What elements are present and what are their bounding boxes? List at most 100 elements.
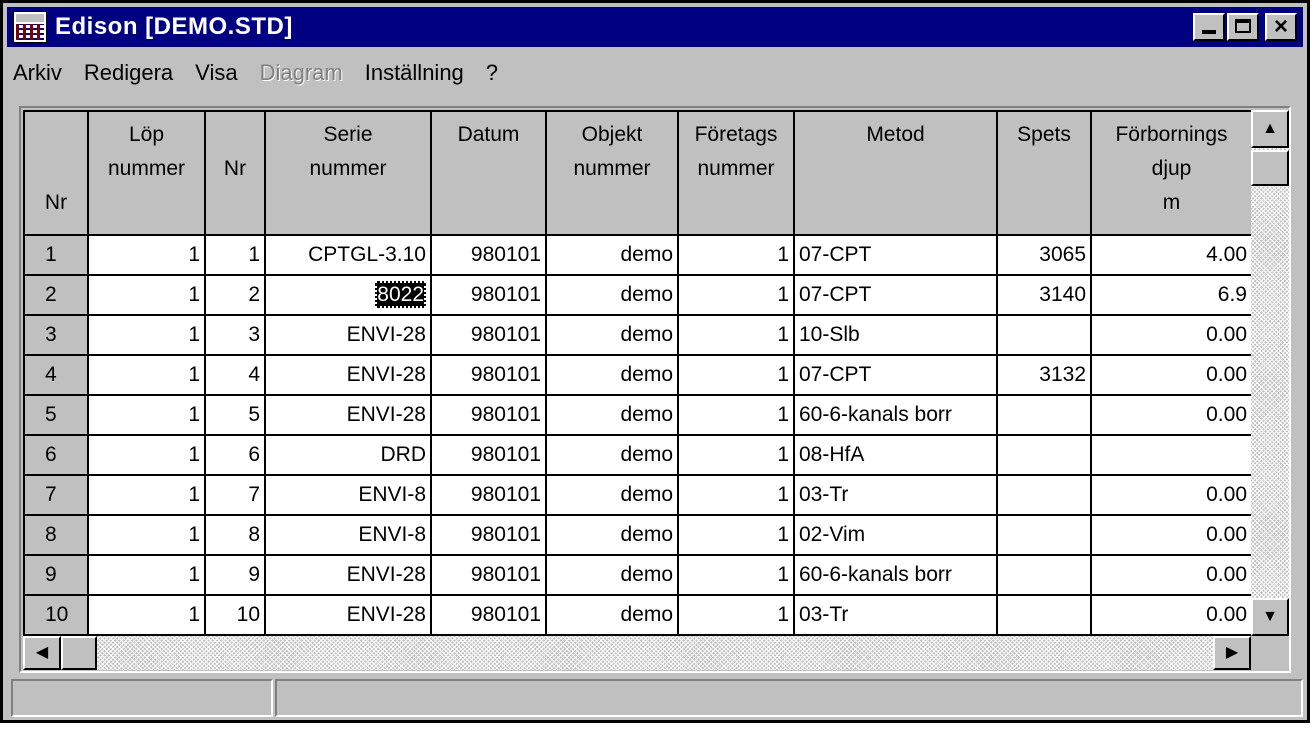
- table-cell[interactable]: 0.00: [1090, 554, 1251, 596]
- table-cell[interactable]: ENVI-28: [264, 594, 432, 636]
- title-bar[interactable]: Edison [DEMO.STD] ×: [7, 7, 1303, 47]
- table-cell[interactable]: 1: [87, 314, 206, 356]
- table-cell[interactable]: demo: [545, 554, 679, 596]
- column-header-7[interactable]: Metod: [793, 110, 998, 236]
- scroll-right-button[interactable]: ▶: [1213, 636, 1251, 670]
- column-header-8[interactable]: Spets: [996, 110, 1092, 236]
- table-cell[interactable]: DRD: [264, 434, 432, 476]
- horizontal-scrollbar[interactable]: ◀ ▶: [23, 636, 1251, 670]
- table-cell[interactable]: 3: [204, 314, 266, 356]
- table-cell[interactable]: 03-Tr: [793, 474, 998, 516]
- table-cell[interactable]: 7: [204, 474, 266, 516]
- table-cell[interactable]: 1: [677, 314, 795, 356]
- table-cell[interactable]: demo: [545, 234, 679, 276]
- app-icon[interactable]: [13, 11, 47, 43]
- menu-diagram[interactable]: Diagram: [260, 60, 343, 86]
- scroll-up-button[interactable]: ▲: [1251, 110, 1289, 148]
- table-cell[interactable]: 0.00: [1090, 594, 1251, 636]
- table-cell[interactable]: 10: [204, 594, 266, 636]
- menu-arkiv[interactable]: Arkiv: [13, 60, 62, 86]
- table-cell[interactable]: 3132: [996, 354, 1092, 396]
- table-cell[interactable]: [996, 394, 1092, 436]
- table-cell[interactable]: 2: [204, 274, 266, 316]
- maximize-button[interactable]: [1227, 13, 1259, 41]
- table-cell[interactable]: 1: [204, 234, 266, 276]
- menu-inst-llning[interactable]: Inställning: [365, 60, 464, 86]
- menu-redigera[interactable]: Redigera: [84, 60, 173, 86]
- table-cell[interactable]: ENVI-8: [264, 474, 432, 516]
- close-button[interactable]: ×: [1265, 13, 1297, 41]
- table-cell[interactable]: 5: [204, 394, 266, 436]
- table-cell[interactable]: 1: [87, 394, 206, 436]
- table-cell[interactable]: 980101: [430, 514, 547, 556]
- table-cell[interactable]: [1090, 434, 1251, 476]
- column-header-6[interactable]: Företags nummer: [677, 110, 795, 236]
- row-header[interactable]: 8: [23, 514, 89, 556]
- row-header[interactable]: 9: [23, 554, 89, 596]
- table-cell[interactable]: 980101: [430, 234, 547, 276]
- table-cell[interactable]: 6: [204, 434, 266, 476]
- column-header-5[interactable]: Objekt nummer: [545, 110, 679, 236]
- table-cell[interactable]: 980101: [430, 274, 547, 316]
- table-cell[interactable]: 07-CPT: [793, 234, 998, 276]
- table-cell[interactable]: 1: [677, 434, 795, 476]
- table-cell[interactable]: ENVI-28: [264, 554, 432, 596]
- table-cell[interactable]: demo: [545, 274, 679, 316]
- table-cell[interactable]: [996, 314, 1092, 356]
- table-cell[interactable]: 980101: [430, 434, 547, 476]
- column-header-3[interactable]: Serie nummer: [264, 110, 432, 236]
- table-cell[interactable]: [996, 434, 1092, 476]
- table-cell[interactable]: demo: [545, 434, 679, 476]
- column-header-2[interactable]: Nr: [204, 110, 266, 236]
- table-cell[interactable]: 1: [87, 354, 206, 396]
- table-cell[interactable]: [996, 474, 1092, 516]
- table-cell[interactable]: CPTGL-3.10: [264, 234, 432, 276]
- table-cell[interactable]: [996, 554, 1092, 596]
- table-cell[interactable]: 1: [677, 594, 795, 636]
- table-cell[interactable]: 980101: [430, 474, 547, 516]
- table-cell[interactable]: demo: [545, 514, 679, 556]
- table-cell[interactable]: 0.00: [1090, 354, 1251, 396]
- table-cell[interactable]: 3140: [996, 274, 1092, 316]
- table-cell[interactable]: demo: [545, 354, 679, 396]
- table-cell[interactable]: 60-6-kanals borr: [793, 394, 998, 436]
- scroll-down-button[interactable]: ▼: [1251, 598, 1289, 636]
- table-cell[interactable]: 1: [87, 514, 206, 556]
- menu-help[interactable]: ?: [486, 60, 498, 86]
- column-header-0[interactable]: Nr: [23, 110, 89, 236]
- table-cell[interactable]: 1: [677, 354, 795, 396]
- row-header[interactable]: 7: [23, 474, 89, 516]
- table-cell[interactable]: 07-CPT: [793, 354, 998, 396]
- table-cell[interactable]: 1: [87, 594, 206, 636]
- table-cell[interactable]: ENVI-28: [264, 394, 432, 436]
- row-header[interactable]: 3: [23, 314, 89, 356]
- scroll-left-button[interactable]: ◀: [23, 636, 61, 670]
- table-cell[interactable]: 02-Vim: [793, 514, 998, 556]
- table-cell[interactable]: 0.00: [1090, 394, 1251, 436]
- table-cell[interactable]: 0.00: [1090, 474, 1251, 516]
- table-cell[interactable]: 6.9: [1090, 274, 1251, 316]
- table-cell[interactable]: 1: [677, 514, 795, 556]
- table-cell[interactable]: 9: [204, 554, 266, 596]
- table-cell[interactable]: ENVI-8: [264, 514, 432, 556]
- table-cell[interactable]: 980101: [430, 554, 547, 596]
- table-cell[interactable]: demo: [545, 474, 679, 516]
- table-cell[interactable]: demo: [545, 314, 679, 356]
- column-header-1[interactable]: Löp nummer: [87, 110, 206, 236]
- table-cell[interactable]: 60-6-kanals borr: [793, 554, 998, 596]
- table-cell[interactable]: 03-Tr: [793, 594, 998, 636]
- table-cell[interactable]: 1: [87, 474, 206, 516]
- table-cell[interactable]: 4: [204, 354, 266, 396]
- table-cell[interactable]: 4.00: [1090, 234, 1251, 276]
- row-header[interactable]: 6: [23, 434, 89, 476]
- table-cell[interactable]: 8: [204, 514, 266, 556]
- table-cell[interactable]: ENVI-28: [264, 314, 432, 356]
- table-cell[interactable]: 1: [87, 274, 206, 316]
- table-cell[interactable]: 980101: [430, 594, 547, 636]
- table-cell[interactable]: 1: [677, 474, 795, 516]
- table-cell[interactable]: 08-HfA: [793, 434, 998, 476]
- table-cell[interactable]: 980101: [430, 354, 547, 396]
- row-header[interactable]: 5: [23, 394, 89, 436]
- table-cell[interactable]: 3065: [996, 234, 1092, 276]
- row-header[interactable]: 1: [23, 234, 89, 276]
